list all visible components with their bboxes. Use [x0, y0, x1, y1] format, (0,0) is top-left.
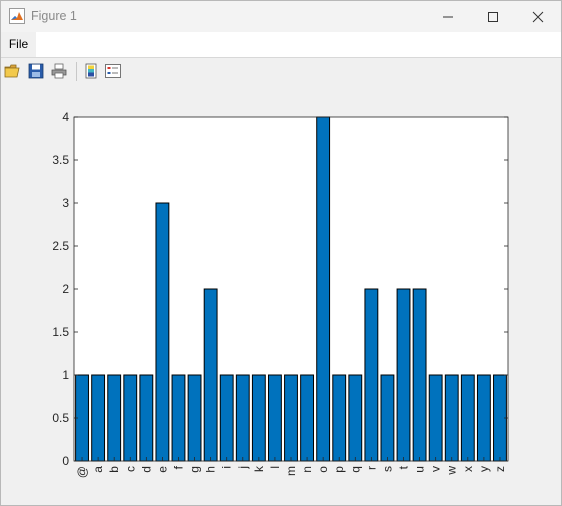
figure-window: Figure 1 File 0 0.5 1 1.5 2 2.5 3 3.5 4 …: [0, 0, 562, 506]
x-tick-label: b: [107, 466, 121, 473]
print-icon[interactable]: [50, 62, 68, 80]
x-tick-label: v: [429, 466, 443, 472]
x-tick-label: j: [236, 466, 250, 470]
bar-d: [139, 374, 154, 462]
x-tick-label: k: [252, 465, 266, 472]
bar-i: [219, 374, 234, 462]
x-tick-label: i: [220, 466, 234, 469]
bar-p: [332, 374, 347, 462]
toolbar-separator: [76, 62, 77, 81]
legend-icon[interactable]: [104, 62, 122, 80]
y-tick-label: 1: [62, 368, 69, 382]
x-tick-label: l: [268, 466, 282, 469]
bar-l: [267, 374, 282, 462]
bar-g: [187, 374, 202, 462]
bar-q: [348, 374, 363, 462]
y-tick-label: 2: [62, 282, 69, 296]
bar-x: [460, 374, 475, 462]
bar-o: [316, 116, 331, 462]
maximize-button[interactable]: [470, 1, 516, 32]
close-icon: [532, 11, 544, 22]
bar-u: [412, 288, 427, 462]
x-tick-label: h: [204, 466, 218, 473]
bar-r: [364, 288, 379, 462]
open-icon[interactable]: [4, 62, 22, 80]
bar-m: [284, 374, 298, 462]
bar-v: [428, 374, 443, 462]
close-button[interactable]: [515, 1, 561, 32]
window-title: Figure 1: [31, 9, 77, 23]
y-tick-label: 4: [62, 110, 69, 124]
y-tick-label: 0.5: [52, 411, 69, 425]
x-tick-label: p: [332, 466, 346, 473]
bar-h: [203, 288, 218, 462]
x-tick-label: @: [75, 466, 89, 478]
x-tick-label: y: [477, 466, 491, 472]
minimize-icon: [443, 16, 453, 17]
y-tick-label: 3: [62, 196, 69, 210]
x-tick-label: x: [461, 466, 475, 472]
x-tick-label: e: [155, 466, 169, 473]
menu-bar: File: [1, 32, 561, 57]
x-tick-label: s: [380, 466, 394, 472]
x-tick-label: n: [300, 466, 314, 473]
y-tick-label: 1.5: [52, 325, 69, 339]
bar-e: [155, 202, 170, 462]
bar-s: [380, 374, 395, 462]
y-tick-label: 3.5: [52, 153, 69, 167]
x-tick-label: o: [316, 466, 330, 473]
x-tick-label: w: [445, 466, 459, 476]
toolbar: [1, 57, 561, 86]
bar-a: [91, 374, 106, 462]
y-tick-label: 2.5: [52, 239, 69, 253]
x-tick-label: z: [493, 466, 507, 472]
x-tick-label: m: [284, 466, 298, 476]
colorbar-icon[interactable]: [82, 62, 100, 80]
bar-j: [235, 374, 250, 462]
x-tick-label: u: [413, 466, 427, 473]
minimize-button[interactable]: [425, 1, 471, 32]
bar-chart: 0 0.5 1 1.5 2 2.5 3 3.5 4 @ a b c d e f g h i j k l m n o p q r s t u v…: [52, 110, 509, 478]
bar-f: [171, 374, 186, 462]
bar-n: [300, 374, 315, 462]
bar-k: [251, 374, 266, 462]
save-icon[interactable]: [27, 62, 45, 80]
x-tick-label: r: [364, 466, 378, 470]
figure-canvas: 0 0.5 1 1.5 2 2.5 3 3.5 4 @ a b c d e f g h i j k l m n o p q r s t u v…: [1, 85, 561, 505]
matlab-icon: [9, 8, 25, 24]
bar-w: [444, 374, 459, 462]
x-tick-label: t: [397, 465, 411, 469]
x-tick-label: a: [91, 466, 105, 473]
x-tick-label: f: [171, 465, 185, 469]
x-tick-label: c: [123, 466, 137, 472]
x-tick-label: g: [188, 466, 202, 473]
bar-c: [123, 374, 138, 462]
maximize-icon: [488, 11, 498, 22]
bar-t: [396, 288, 411, 462]
menu-file[interactable]: File: [1, 32, 36, 57]
y-tick-label: 0: [62, 454, 69, 468]
x-tick-label: d: [139, 466, 153, 473]
title-bar: Figure 1: [1, 1, 561, 32]
bar-y: [476, 374, 491, 462]
bar-b: [107, 374, 122, 462]
x-tick-label: q: [348, 466, 362, 473]
